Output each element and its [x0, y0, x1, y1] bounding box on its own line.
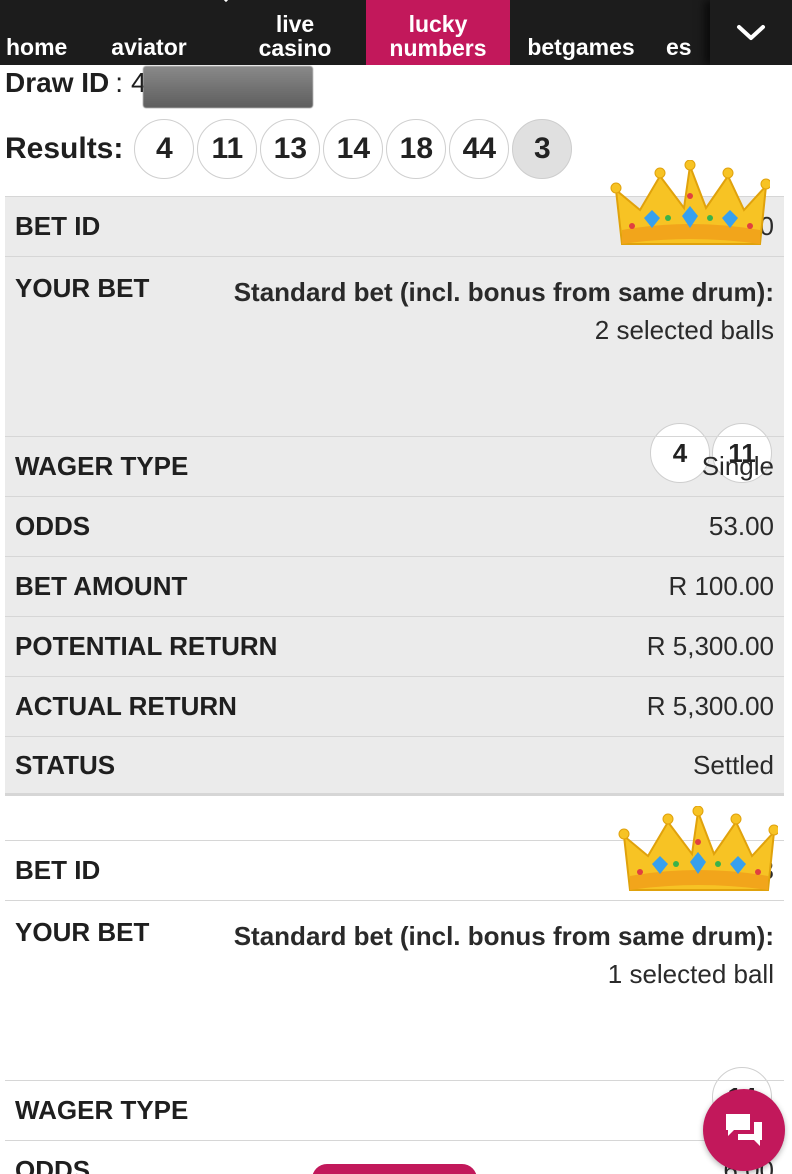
your-bet-row: YOUR BET Standard bet (incl. bonus from … — [5, 256, 784, 483]
bet-amount-row: BET AMOUNT R 100.00 — [5, 556, 784, 616]
potential-return-label: POTENTIAL RETURN — [15, 631, 278, 661]
actual-return-value: R 5,300.00 — [646, 691, 774, 721]
chevron-down-icon — [737, 24, 765, 40]
odds-label: ODDS — [15, 511, 91, 541]
result-ball: 13 — [260, 119, 321, 179]
status-label: STATUS — [15, 749, 116, 780]
bonus-ball: 3 — [512, 119, 573, 179]
crown-icon — [610, 160, 770, 245]
odds-value: 53.00 — [708, 511, 774, 541]
bottom-action-pill[interactable] — [312, 1164, 477, 1174]
nav-item-lucky-numbers[interactable]: lucky numbers — [366, 0, 510, 65]
top-nav: home aviator live casino lucky numbers bet… — [0, 0, 792, 65]
selected-count: 1 selected ball — [607, 959, 774, 989]
bet-amount-label: BET AMOUNT — [15, 571, 188, 601]
bet-amount-value: R 100.00 — [668, 571, 774, 601]
nav-item-home[interactable]: home — [0, 0, 74, 65]
result-ball: 11 — [197, 119, 258, 179]
draw-id-row: Draw ID : 4 — [5, 64, 147, 102]
odds-label: ODDS — [15, 1155, 91, 1174]
nav-live-casino-label: live casino — [259, 12, 332, 60]
your-bet-value: Standard bet (incl. bonus from same drum… — [234, 273, 774, 349]
result-ball: 4 — [134, 119, 195, 179]
odds-row: ODDS 53.00 — [5, 496, 784, 556]
nav-item-aviator[interactable]: aviator — [74, 0, 229, 65]
status-row: STATUS Settled — [5, 736, 784, 796]
nav-live-label-line1: live — [275, 11, 315, 37]
actual-return-row: ACTUAL RETURN R 5,300.00 — [5, 676, 784, 736]
nav-more-button[interactable] — [710, 0, 792, 65]
results-label: Results: — [5, 132, 124, 165]
actual-return-label: ACTUAL RETURN — [15, 691, 237, 721]
nav-item-betgames[interactable]: betgames — [510, 0, 652, 65]
bet-description: Standard bet (incl. bonus from same drum… — [233, 921, 774, 951]
wager-type-label: WAGER TYPE — [15, 1095, 189, 1125]
bet-id-label: BET ID — [15, 211, 101, 241]
crown-icon — [618, 806, 778, 891]
wager-type-label: WAGER TYPE — [15, 451, 189, 481]
potential-return-value: R 5,300.00 — [646, 631, 774, 661]
draw-id-label: Draw ID — [5, 67, 110, 98]
your-bet-label: YOUR BET — [15, 273, 150, 303]
bet-description: Standard bet (incl. bonus from same drum… — [233, 277, 774, 307]
potential-return-row: POTENTIAL RETURN R 5,300.00 — [5, 616, 784, 676]
selected-count: 2 selected balls — [594, 315, 774, 345]
chat-button[interactable] — [703, 1089, 785, 1171]
nav-lucky-numbers-label: lucky numbers — [389, 12, 486, 60]
your-bet-row: YOUR BET Standard bet (incl. bonus from … — [5, 900, 784, 1127]
result-ball: 14 — [323, 119, 384, 179]
nav-item-live-casino[interactable]: live casino — [224, 0, 366, 65]
redaction-box — [143, 66, 313, 108]
nav-esports-label: es — [666, 34, 692, 60]
nav-aviator-label: aviator — [111, 34, 187, 60]
result-ball: 18 — [386, 119, 447, 179]
nav-lucky-label-line1: lucky — [408, 11, 468, 37]
results-row: Results: 4 11 13 14 18 44 3 — [5, 118, 573, 180]
your-bet-label: YOUR BET — [15, 917, 150, 947]
result-ball: 44 — [449, 119, 510, 179]
bet-card: BET ID 0 YOUR BET Standard bet (incl. bo… — [5, 196, 784, 796]
wager-type-row: WAGER TYPE Single — [5, 436, 784, 496]
your-bet-value: Standard bet (incl. bonus from same drum… — [234, 917, 774, 993]
wager-type-value: Single — [701, 451, 774, 481]
wager-type-row: WAGER TYPE Si — [5, 1080, 784, 1140]
nav-home-label: home — [6, 34, 68, 60]
chat-icon — [726, 1114, 762, 1146]
nav-betgames-label: betgames — [527, 34, 635, 60]
nav-live-label-line2: casino — [258, 35, 332, 61]
nav-lucky-label-line2: numbers — [389, 35, 487, 61]
bet-id-label: BET ID — [15, 855, 101, 885]
status-value: Settled — [693, 749, 774, 780]
draw-id-colon: : — [115, 67, 124, 98]
